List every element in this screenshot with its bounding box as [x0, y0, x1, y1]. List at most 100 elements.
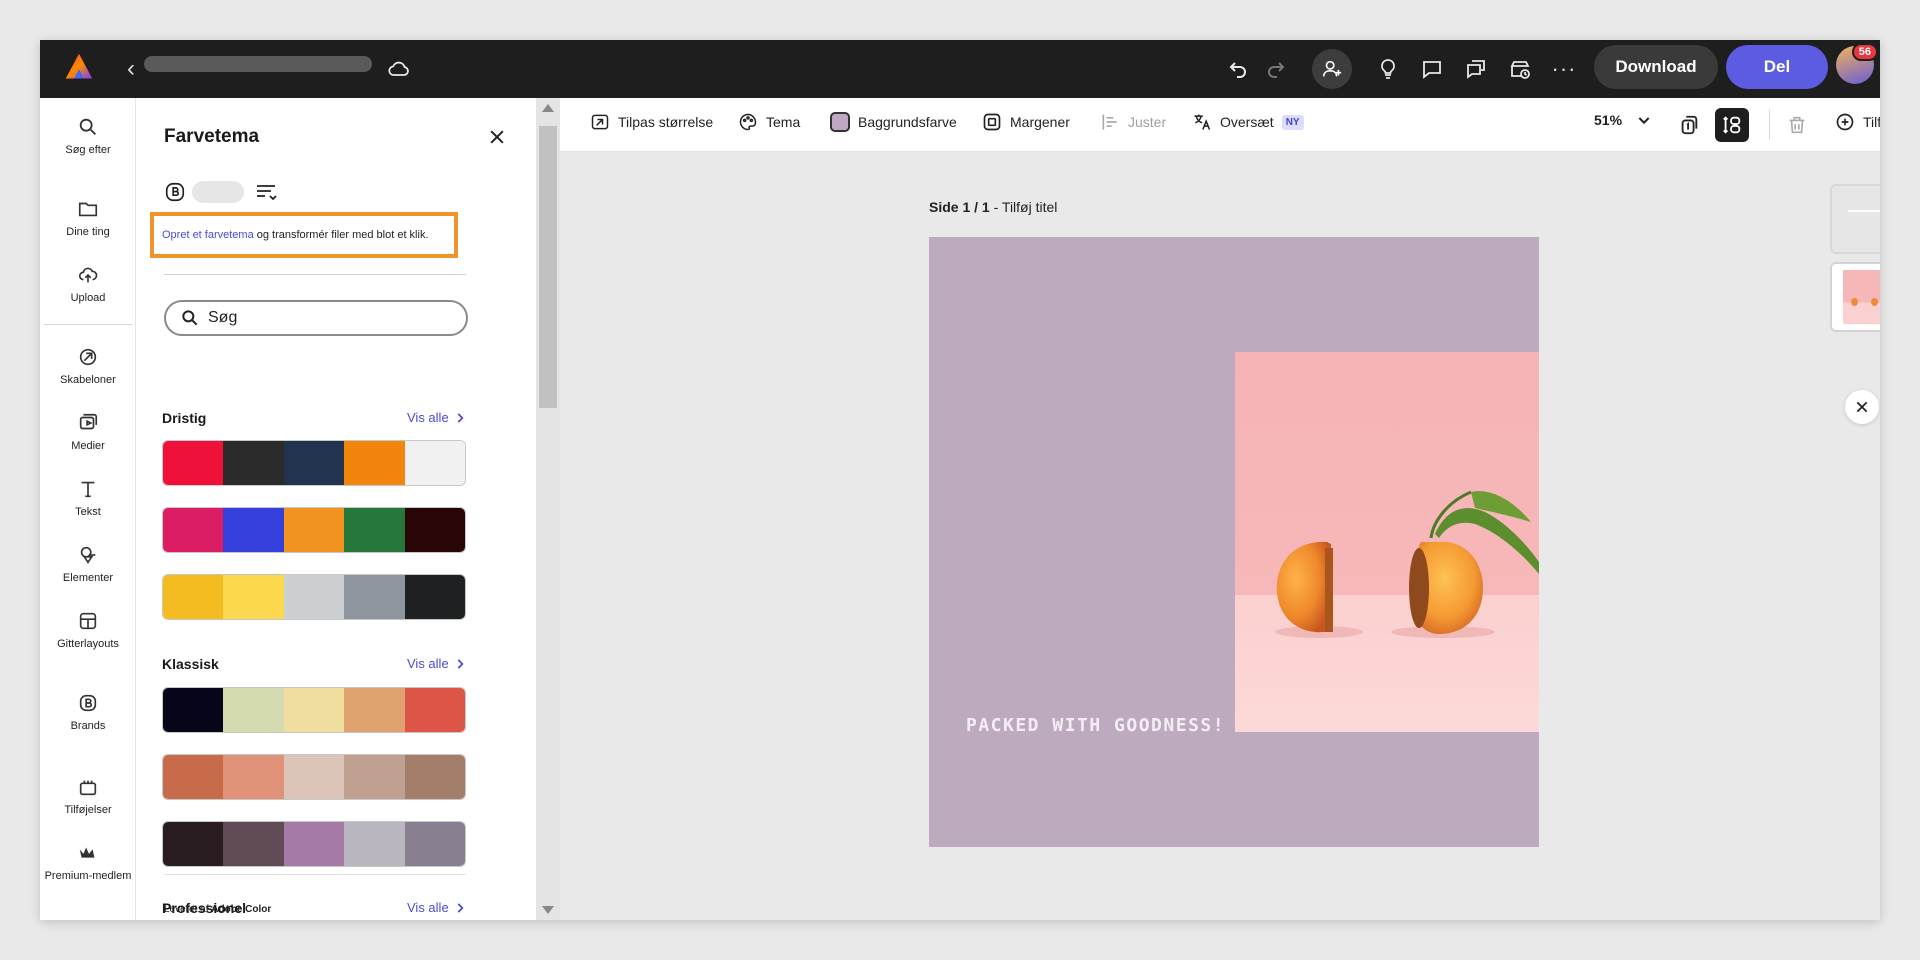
page-title[interactable]: Tilføj titel — [1002, 199, 1057, 215]
addons-icon — [79, 780, 97, 796]
rail-item-text[interactable]: Tekst — [40, 478, 136, 518]
undo-icon[interactable] — [1220, 51, 1256, 87]
adobe-express-logo-icon[interactable] — [62, 50, 96, 84]
brand-icon[interactable] — [164, 181, 186, 203]
translate-icon — [1194, 114, 1211, 130]
pages-icon[interactable] — [1672, 108, 1706, 142]
palette-swatch[interactable] — [162, 507, 466, 553]
rail-item-your-stuff[interactable]: Dine ting — [40, 198, 136, 238]
theme-button[interactable]: Tema — [738, 112, 800, 132]
color-chip — [404, 688, 465, 732]
lightbulb-icon[interactable] — [1370, 51, 1406, 87]
rail-label: Gitterlayouts — [57, 638, 119, 650]
close-thumbnails-icon[interactable] — [1845, 390, 1879, 424]
rail-item-grid-layouts[interactable]: Gitterlayouts — [40, 610, 136, 650]
background-color-button[interactable]: Baggrundsfarve — [830, 112, 957, 132]
color-theme-panel: Farvetema Opret et farvetema og transfor… — [136, 98, 536, 920]
view-all-professional-link[interactable]: Vis alle — [407, 900, 467, 915]
color-chip — [404, 755, 465, 799]
share-button[interactable]: Del — [1726, 45, 1828, 89]
palette-swatch[interactable] — [162, 574, 466, 620]
color-chip — [283, 575, 345, 619]
color-chip — [283, 688, 345, 732]
palette-swatch[interactable] — [162, 440, 466, 486]
layers-toggle-icon[interactable] — [1715, 108, 1749, 142]
color-chip — [223, 575, 284, 619]
avatar[interactable]: 56 — [1836, 43, 1878, 84]
chevron-right-icon — [457, 412, 464, 423]
zoom-dropdown[interactable]: 51% — [1594, 112, 1652, 128]
palette-swatch[interactable] — [162, 687, 466, 733]
margins-button[interactable]: Margener — [982, 112, 1070, 132]
search-input[interactable] — [208, 309, 448, 327]
color-chip — [344, 822, 405, 866]
scroll-down-arrow-icon[interactable] — [542, 906, 554, 914]
brand-icon — [79, 694, 97, 712]
artboard-headline[interactable]: PACKED WITH GOODNESS! — [966, 715, 1225, 736]
rail-item-search[interactable]: Søg efter — [40, 116, 136, 156]
translate-button[interactable]: Oversæt NY — [1192, 112, 1304, 132]
panel-scrollbar[interactable] — [536, 98, 560, 920]
invite-user-icon[interactable] — [1312, 49, 1352, 89]
palette-swatch[interactable] — [162, 821, 466, 867]
comment-icon[interactable] — [1414, 51, 1450, 87]
premium-crown-icon — [79, 847, 95, 858]
artboard[interactable]: PACKED WITH GOODNESS! — [929, 237, 1539, 847]
source-attribution: Leveret af Adobe Color — [164, 904, 271, 915]
rail-item-templates[interactable]: Skabeloner — [40, 346, 136, 386]
panel-title: Farvetema — [164, 126, 260, 147]
cloud-sync-icon[interactable] — [382, 52, 416, 86]
rail-label: Premium-medlem — [44, 870, 132, 882]
section-title-classic: Klassisk — [162, 656, 219, 672]
peach-photo[interactable] — [1235, 352, 1539, 732]
trash-icon[interactable] — [1780, 108, 1814, 142]
view-all-bold-link[interactable]: Vis alle — [407, 410, 467, 425]
color-chip — [404, 575, 465, 619]
download-button[interactable]: Download — [1594, 45, 1718, 89]
color-chip — [404, 441, 465, 485]
scroll-thumb[interactable] — [539, 126, 557, 408]
folder-icon — [78, 202, 98, 217]
create-theme-link[interactable]: Opret et farvetema — [162, 229, 254, 241]
document-title-field[interactable] — [144, 56, 372, 72]
align-button[interactable]: Juster — [1100, 112, 1166, 132]
color-chip — [163, 575, 224, 619]
margins-label: Margener — [1010, 114, 1070, 130]
rail-item-upload[interactable]: Upload — [40, 264, 136, 304]
translate-label: Oversæt — [1220, 114, 1274, 130]
notification-badge: 56 — [1851, 43, 1878, 61]
upload-cloud-icon — [78, 267, 98, 283]
sort-filter-icon[interactable] — [254, 180, 278, 204]
left-rail: Søg efter Dine ting Upload Skabeloner Me… — [40, 98, 136, 920]
brand-selector[interactable] — [192, 181, 244, 203]
rail-item-addons[interactable]: Tilføjelser — [40, 776, 136, 816]
chat-bubbles-icon[interactable] — [1458, 51, 1494, 87]
schedule-icon[interactable] — [1502, 51, 1538, 87]
more-options-icon[interactable]: ··· — [1546, 51, 1582, 87]
page-thumbnail-blank[interactable] — [1830, 184, 1880, 254]
rail-item-elements[interactable]: Elementer — [40, 544, 136, 584]
rail-item-media[interactable]: Medier — [40, 412, 136, 452]
color-chip — [283, 441, 345, 485]
color-chip — [283, 755, 345, 799]
color-chip — [404, 822, 465, 866]
page-label[interactable]: Side 1 / 1 - Tilføj titel — [929, 199, 1057, 215]
back-chevron-icon[interactable]: ‹ — [118, 54, 144, 84]
rail-item-premium[interactable]: Premium-medlem — [40, 842, 136, 882]
scroll-up-arrow-icon[interactable] — [542, 104, 554, 112]
media-icon — [79, 413, 98, 430]
rail-label: Tilføjelser — [64, 804, 112, 816]
add-button[interactable]: Tilføj — [1835, 112, 1880, 132]
close-icon[interactable] — [482, 122, 512, 152]
rail-divider — [44, 324, 132, 325]
new-badge: NY — [1281, 114, 1304, 130]
redo-icon[interactable] — [1258, 51, 1294, 87]
rail-item-brands[interactable]: Brands — [40, 692, 136, 732]
add-label: Tilføj — [1863, 114, 1880, 130]
text-icon — [81, 481, 95, 498]
theme-search[interactable] — [164, 300, 468, 336]
resize-button[interactable]: Tilpas størrelse — [590, 112, 713, 132]
palette-swatch[interactable] — [162, 754, 466, 800]
view-all-classic-link[interactable]: Vis alle — [407, 656, 467, 671]
page-thumbnail[interactable] — [1830, 262, 1880, 332]
